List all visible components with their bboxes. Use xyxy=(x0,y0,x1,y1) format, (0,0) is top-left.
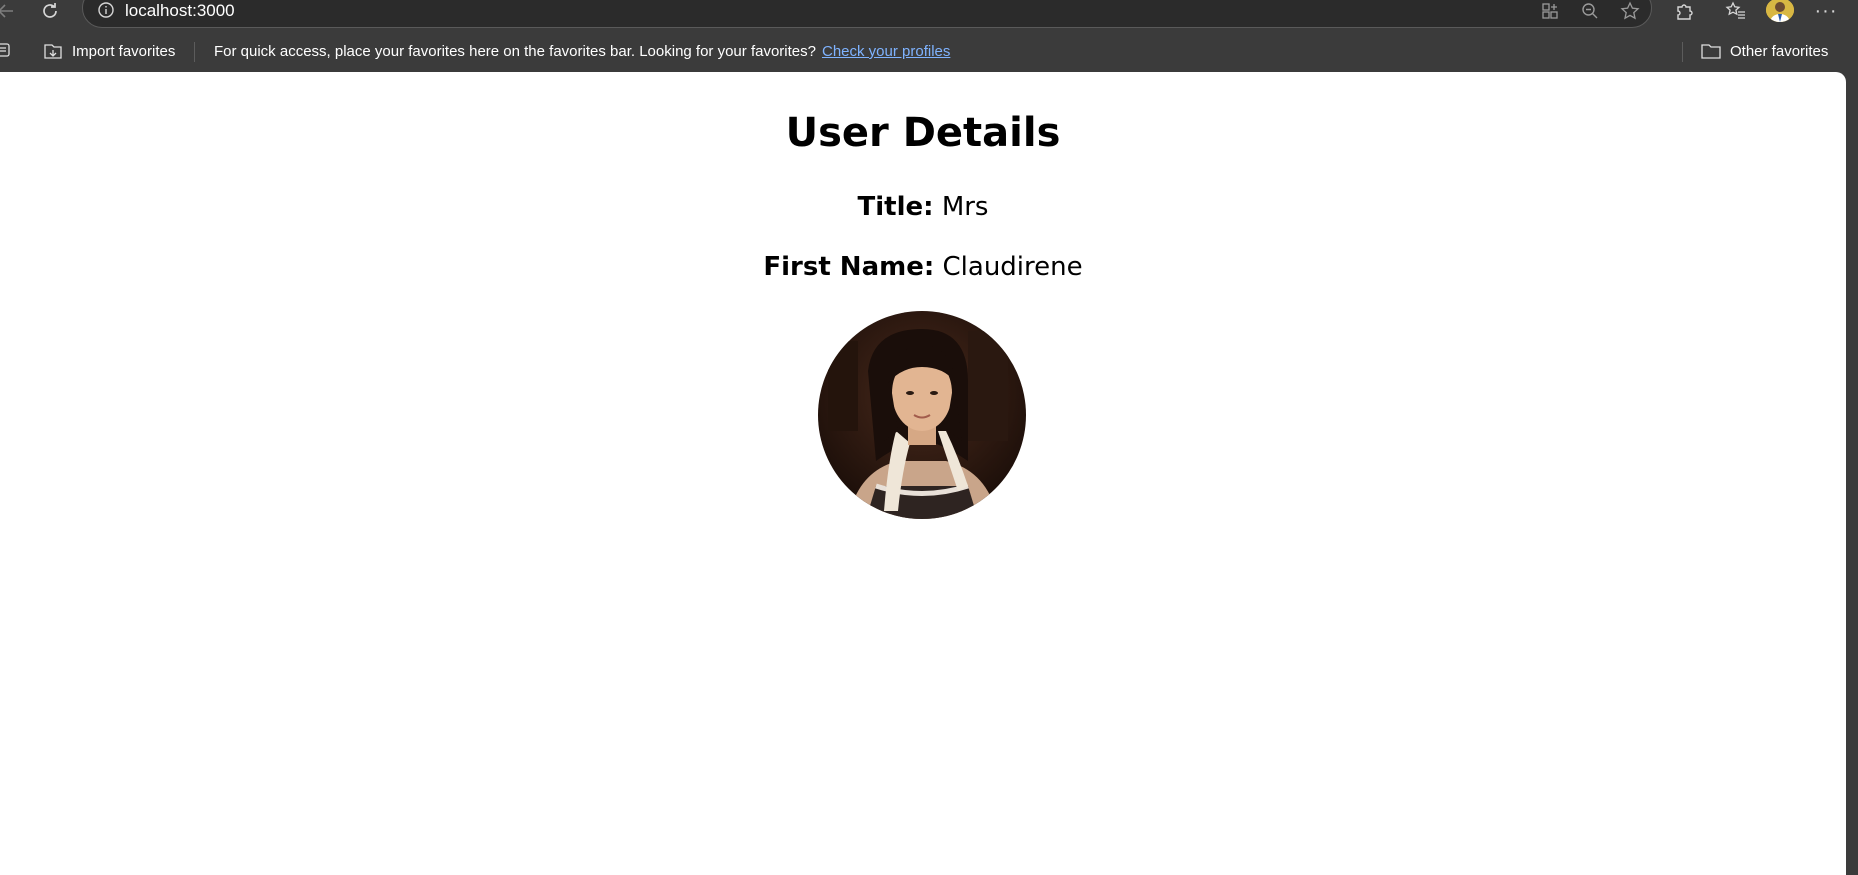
favorites-divider xyxy=(194,42,195,62)
page-heading: User Details xyxy=(785,110,1061,156)
favorites-bar: Import favorites For quick access, place… xyxy=(0,36,1858,66)
import-favorites-button[interactable]: Import favorites xyxy=(42,38,175,64)
zoom-out-icon[interactable] xyxy=(1579,1,1601,21)
other-favorites-button[interactable]: Other favorites xyxy=(1700,38,1828,64)
site-info-icon[interactable] xyxy=(97,1,117,21)
address-bar[interactable]: localhost:3000 xyxy=(82,0,1652,28)
title-value: Mrs xyxy=(941,192,989,222)
favorites-divider-right xyxy=(1682,42,1683,62)
favorites-message-text: For quick access, place your favorites h… xyxy=(214,43,816,60)
favorites-icon[interactable] xyxy=(1724,0,1748,22)
back-arrow-icon[interactable] xyxy=(0,0,16,22)
apps-icon[interactable] xyxy=(1539,1,1561,21)
other-favorites-label: Other favorites xyxy=(1730,42,1829,60)
title-field: Title: Mrs xyxy=(0,192,1846,222)
user-profile-photo xyxy=(818,311,1026,519)
first-name-value: Claudirene xyxy=(942,252,1083,282)
first-name-label: First Name: xyxy=(763,252,935,282)
check-profiles-link[interactable]: Check your profiles xyxy=(822,43,950,60)
import-favorites-icon xyxy=(42,41,64,61)
extensions-icon[interactable] xyxy=(1672,0,1696,22)
reading-list-icon[interactable] xyxy=(0,42,12,58)
url-text[interactable]: localhost:3000 xyxy=(125,1,235,21)
import-favorites-label: Import favorites xyxy=(72,42,176,60)
favorites-message: For quick access, place your favorites h… xyxy=(214,43,950,61)
profile-avatar-icon[interactable] xyxy=(1766,0,1794,22)
page-content: User Details Title: Mrs First Name: Clau… xyxy=(0,72,1846,875)
star-icon[interactable] xyxy=(1619,1,1641,21)
refresh-icon[interactable] xyxy=(38,0,62,22)
folder-icon xyxy=(1700,42,1722,60)
browser-toolbar: localhost:3000 ··· xyxy=(0,0,1858,28)
first-name-field: First Name: Claudirene xyxy=(0,252,1846,282)
more-options-icon[interactable]: ··· xyxy=(1812,0,1840,22)
title-label: Title: xyxy=(857,192,934,222)
